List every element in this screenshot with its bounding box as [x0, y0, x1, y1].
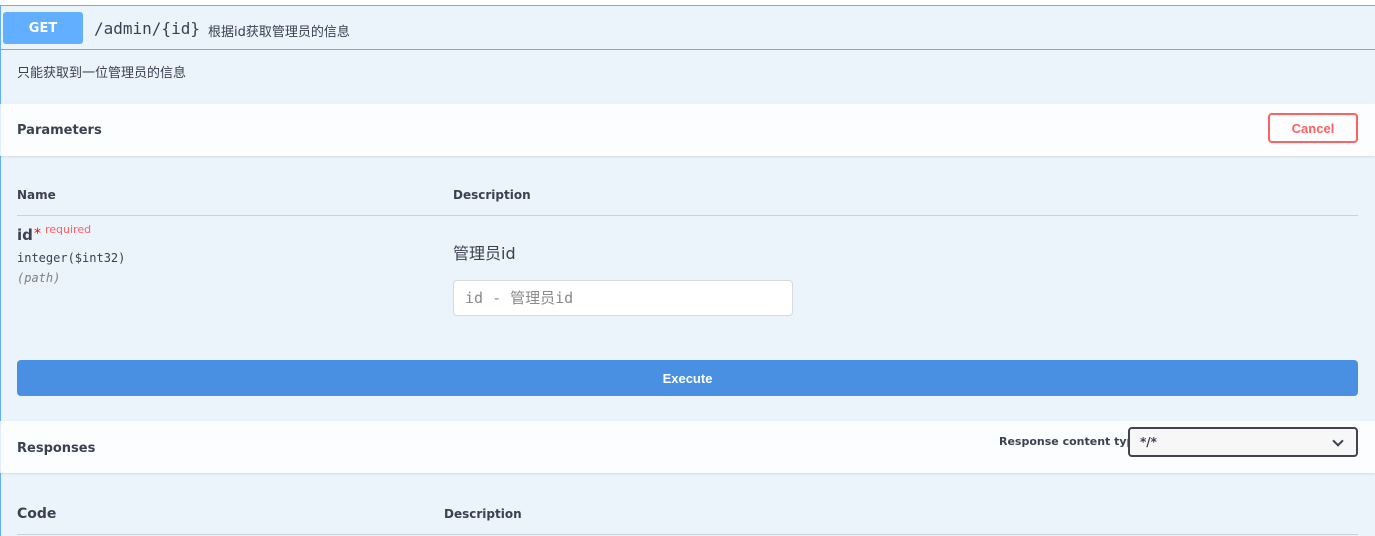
param-description: 管理员id [453, 244, 516, 263]
id-input[interactable] [453, 280, 793, 316]
chevron-down-icon [1332, 435, 1344, 447]
response-content-type-select[interactable]: */* [1128, 427, 1358, 457]
operation-path: /admin/{id} [94, 19, 200, 38]
response-content-type-label: Response content type [999, 435, 1142, 448]
parameters-title: Parameters [17, 123, 102, 138]
operation-description: 只能获取到一位管理员的信息 [17, 66, 187, 81]
method-badge: GET [3, 12, 83, 44]
operation-summary[interactable]: GET /admin/{id} 根据id获取管理员的信息 [1, 6, 1375, 50]
execute-button[interactable]: Execute [17, 360, 1358, 396]
response-content-type-value: */* [1140, 435, 1157, 449]
operation-summary-text: 根据id获取管理员的信息 [208, 25, 350, 40]
response-col-description: Description [444, 507, 522, 521]
param-col-description: Description [453, 188, 531, 202]
response-header-divider [17, 534, 1358, 535]
param-location: (path) [17, 271, 61, 285]
required-label: required [45, 223, 92, 236]
param-header-divider [17, 215, 1358, 216]
response-col-code: Code [17, 506, 57, 522]
parameters-header: Parameters Cancel [0, 104, 1375, 156]
param-name: id [17, 226, 33, 244]
cancel-button[interactable]: Cancel [1268, 113, 1358, 143]
param-col-name: Name [17, 188, 56, 202]
required-star: * [34, 226, 41, 242]
param-type: integer($int32) [17, 251, 126, 265]
responses-title: Responses [17, 441, 96, 456]
